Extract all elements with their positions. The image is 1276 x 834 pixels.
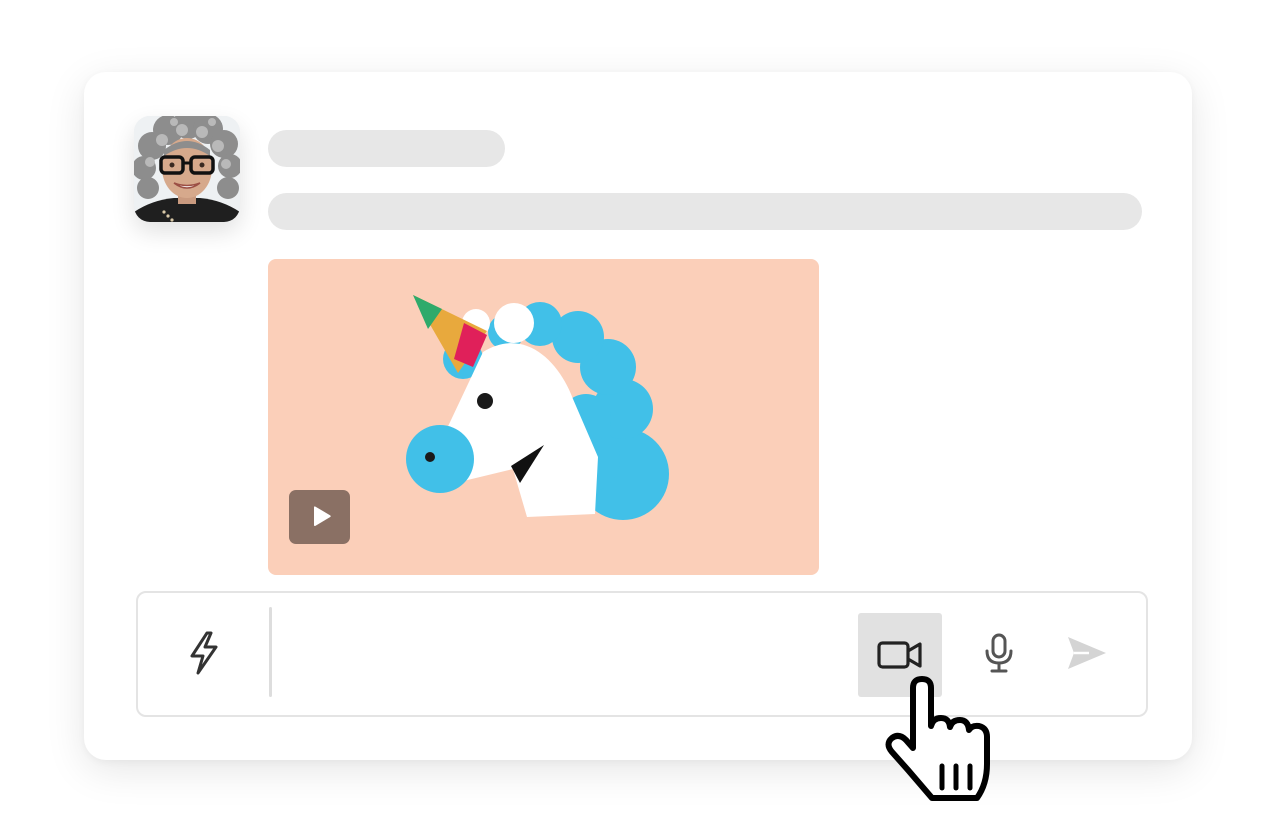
send-button[interactable] [1051, 617, 1123, 689]
composer-divider [269, 607, 272, 697]
message-text-skeleton [268, 193, 1142, 230]
message-input[interactable] [290, 613, 844, 695]
record-video-button[interactable] [858, 613, 942, 697]
play-icon [313, 506, 331, 527]
shortcuts-button[interactable] [168, 617, 240, 689]
message-composer [136, 591, 1148, 717]
user-avatar-photo-icon [134, 116, 240, 222]
video-camera-icon [877, 641, 922, 669]
microphone-icon [985, 633, 1013, 673]
sender-avatar[interactable] [134, 116, 240, 222]
unicorn-icon [406, 295, 669, 520]
lightning-bolt-icon [190, 631, 218, 675]
record-audio-button[interactable] [963, 617, 1035, 689]
message-card [84, 72, 1192, 760]
sender-name-skeleton [268, 130, 505, 167]
send-icon [1068, 637, 1106, 669]
play-button[interactable] [289, 490, 350, 544]
gif-attachment[interactable] [268, 259, 819, 575]
